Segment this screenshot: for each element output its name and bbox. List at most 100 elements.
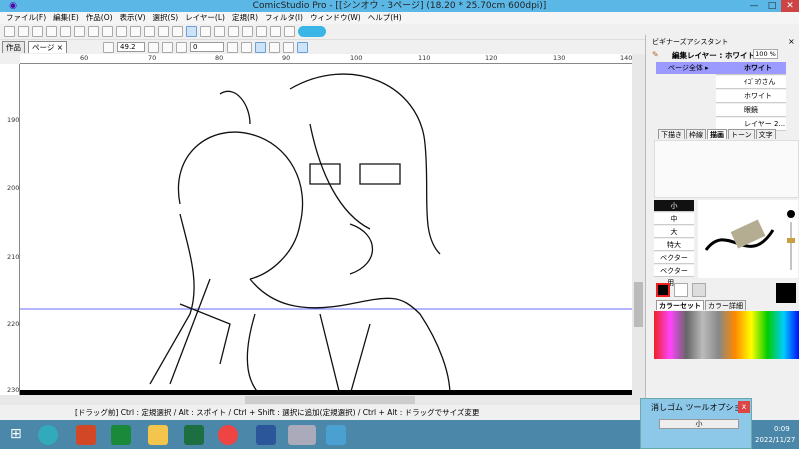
word-icon[interactable] (256, 425, 276, 445)
check-icon[interactable] (228, 26, 239, 37)
status-bar: [ドラッグ前] Ctrl : 定規選択 / Alt : スポイト / Ctrl … (0, 405, 645, 420)
vertical-scrollbar[interactable] (632, 54, 645, 395)
tab-frame[interactable]: 枠線 (686, 129, 706, 139)
cut-icon[interactable] (74, 26, 85, 37)
guide-icon[interactable] (297, 41, 309, 53)
layer-item[interactable]: 眼鏡 (716, 104, 786, 117)
photos-icon[interactable] (326, 425, 346, 445)
tab-color-set[interactable]: カラーセット (656, 300, 704, 310)
zoom-input[interactable]: 49.2 (117, 42, 146, 52)
eraser-options-close[interactable]: x (738, 401, 750, 413)
delete-icon[interactable] (116, 26, 127, 37)
panel-icon[interactable] (214, 26, 225, 37)
tab-work[interactable]: 作品 (2, 41, 25, 53)
drawing-canvas[interactable] (20, 64, 632, 395)
undo-icon[interactable] (130, 26, 141, 37)
tab-tone[interactable]: トーン (728, 129, 755, 139)
fit-icon[interactable] (103, 41, 115, 53)
tool-grid[interactable] (654, 140, 799, 198)
layer-item[interactable]: ホワイト (716, 62, 786, 75)
maximize-button[interactable]: □ (763, 0, 781, 12)
main-color-swatch[interactable] (656, 283, 670, 297)
transparent-swatch[interactable] (692, 283, 706, 297)
save-icon[interactable] (46, 26, 57, 37)
chrome-icon[interactable] (218, 425, 238, 445)
flip-h-icon[interactable] (227, 41, 239, 53)
color-grid-icon[interactable] (242, 26, 253, 37)
brush-vector-2[interactable]: ベクター用... (654, 265, 694, 287)
windows-start-icon[interactable]: ⊞ (10, 427, 24, 441)
angle-input[interactable]: 0 (190, 42, 225, 52)
tab-color-detail[interactable]: カラー詳細 (705, 300, 746, 310)
excel-icon[interactable] (184, 425, 204, 445)
menu-file[interactable]: ファイル(F) (6, 12, 46, 24)
sub-color-swatch[interactable] (674, 283, 688, 297)
explorer-icon[interactable] (148, 425, 168, 445)
comicstudio-icon[interactable] (288, 425, 316, 445)
menu-window[interactable]: ウィンドウ(W) (310, 12, 361, 24)
page-next-icon[interactable] (200, 26, 211, 37)
panel-close[interactable]: × (788, 37, 795, 46)
window-title: ComicStudio Pro - [[シンオウ - 3ページ] (18.20 … (252, 1, 547, 11)
print-icon[interactable] (158, 26, 169, 37)
brush-size-xl[interactable]: 特大 (654, 239, 694, 251)
tab-text[interactable]: 文字 (755, 129, 776, 139)
window2-icon[interactable] (284, 26, 295, 37)
page-prev-icon[interactable] (172, 26, 183, 37)
copy-icon[interactable] (88, 26, 99, 37)
eraser-size-slider[interactable]: 小 (659, 419, 739, 429)
menu-ruler[interactable]: 定規(R) (232, 12, 258, 24)
brush-size-medium[interactable]: 中 (654, 213, 694, 225)
opacity-value[interactable]: 100 % (753, 49, 778, 59)
page-view-icon[interactable] (186, 26, 197, 37)
page-toolbar: 作品 ページ × 49.2 0 (0, 40, 645, 54)
menu-layer[interactable]: レイヤー(L) (185, 12, 225, 24)
powerpoint-icon[interactable] (76, 425, 96, 445)
brush-size-small[interactable]: 小 (654, 200, 694, 212)
panel-title: ビギナーズアシスタント (652, 38, 729, 46)
grid-icon[interactable] (269, 41, 281, 53)
menu-filter[interactable]: フィルタ(I) (265, 12, 303, 24)
flip-v-icon[interactable] (241, 41, 253, 53)
tone-icon[interactable] (283, 41, 295, 53)
app-icon[interactable] (38, 425, 58, 445)
scroll-thumb[interactable] (245, 396, 415, 404)
close-button[interactable]: ✕ (781, 0, 799, 12)
store-icon[interactable] (111, 425, 131, 445)
scroll-thumb[interactable] (634, 282, 643, 327)
color-tabs: カラーセット カラー詳細 (656, 300, 746, 310)
layer-item[interactable]: ホワイト (716, 90, 786, 103)
folder-icon[interactable] (256, 26, 267, 37)
minimize-button[interactable]: — (745, 0, 763, 12)
menu-edit[interactable]: 編集(E) (53, 12, 79, 24)
brush-vector-1[interactable]: ベクター用... (654, 252, 694, 274)
new-page-icon[interactable] (18, 26, 29, 37)
layer-item[interactable]: ｲｺﾞﾖｳさん (716, 76, 786, 89)
tab-page[interactable]: ページ × (28, 41, 68, 53)
color-palette[interactable] (654, 311, 799, 359)
brush-size-large[interactable]: 大 (654, 226, 694, 238)
save-as-icon[interactable] (60, 26, 71, 37)
ruler-label: 230 (7, 386, 20, 394)
open-icon[interactable] (32, 26, 43, 37)
tab-draw[interactable]: 描画 (707, 129, 727, 139)
ruler-icon[interactable] (255, 41, 267, 53)
menu-select[interactable]: 選択(S) (153, 12, 179, 24)
new-icon[interactable] (4, 26, 15, 37)
rotate-right-icon[interactable] (176, 41, 188, 53)
tab-sketch[interactable]: 下描き (658, 129, 685, 139)
window-icon[interactable] (270, 26, 281, 37)
page-all-button[interactable]: ページ全体 ▸ (656, 62, 716, 74)
rotate-left-icon[interactable] (162, 41, 174, 53)
ruler-label: 60 (80, 54, 89, 62)
menu-help[interactable]: ヘルプ(H) (368, 12, 402, 24)
redo-icon[interactable] (144, 26, 155, 37)
menu-view[interactable]: 表示(V) (120, 12, 146, 24)
page-icon[interactable] (148, 41, 160, 53)
edit-layer-label: 編集レイヤー : ホワイト (672, 51, 755, 60)
help-badge-icon[interactable] (298, 26, 326, 37)
horizontal-scrollbar[interactable] (0, 395, 645, 405)
paste-icon[interactable] (102, 26, 113, 37)
ruler-label: 90 (282, 54, 291, 62)
menu-work[interactable]: 作品(O) (86, 12, 113, 24)
